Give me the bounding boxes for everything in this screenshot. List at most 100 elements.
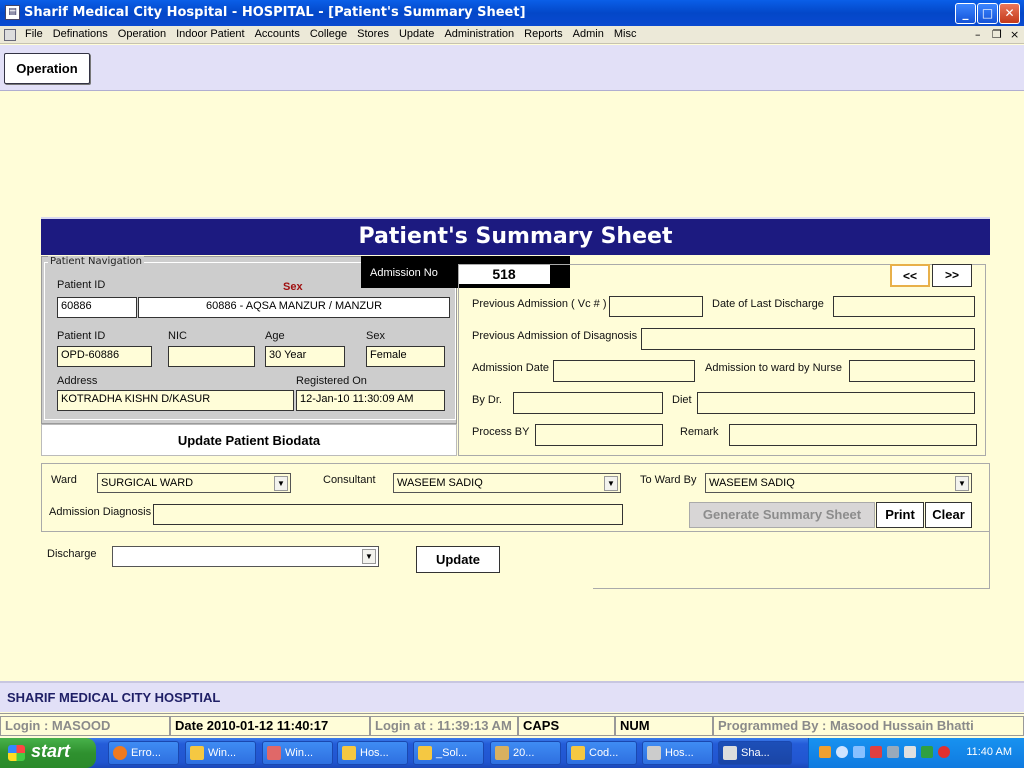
taskbar-item[interactable]: _Sol... (413, 741, 484, 765)
window-title: Sharif Medical City Hospital - HOSPITAL … (24, 5, 526, 20)
maximize-button[interactable]: □ (977, 3, 998, 24)
update-button[interactable]: Update (416, 546, 500, 573)
operation-button[interactable]: Operation (4, 53, 90, 84)
network-icon[interactable] (853, 746, 865, 758)
admission-date-label: Admission Date (472, 362, 550, 374)
remark-label: Remark (680, 426, 719, 438)
admission-ward-nurse-field[interactable] (849, 360, 975, 382)
menu-update[interactable]: Update (399, 28, 434, 40)
app-icon (495, 746, 509, 760)
title-bar[interactable]: ▤ Sharif Medical City Hospital - HOSPITA… (0, 0, 1024, 26)
process-by-label: Process BY (472, 426, 530, 438)
folder-icon (418, 746, 432, 760)
mdi-restore-button[interactable]: ❐ (992, 28, 1002, 41)
menu-accounts[interactable]: Accounts (255, 28, 300, 40)
discharge-select[interactable]: ▼ (112, 546, 379, 567)
taskbar-item-active[interactable]: Sha... (718, 741, 792, 765)
tray-icon[interactable] (819, 746, 831, 758)
process-by-field[interactable] (535, 424, 663, 446)
status-date: Date 2010-01-12 11:40:17 (170, 716, 370, 736)
tray-icon[interactable] (921, 746, 933, 758)
tray-icon[interactable] (904, 746, 916, 758)
previous-admission-label: Previous Admission ( Vc # ) (472, 298, 607, 310)
generate-summary-sheet-button[interactable]: Generate Summary Sheet (689, 502, 875, 528)
registered-on-field[interactable]: 12-Jan-10 11:30:09 AM (296, 390, 445, 411)
messenger-icon[interactable] (887, 746, 899, 758)
menu-stores[interactable]: Stores (357, 28, 389, 40)
address-field[interactable]: KOTRADHA KISHN D/KASUR (57, 390, 294, 411)
chevron-down-icon[interactable]: ▼ (604, 476, 618, 491)
by-dr-field[interactable] (513, 392, 663, 414)
previous-record-button[interactable]: << (890, 264, 930, 287)
ward-select[interactable]: SURGICAL WARD ▼ (97, 473, 291, 493)
date-last-discharge-field[interactable] (833, 296, 975, 317)
remark-field[interactable] (729, 424, 977, 446)
taskbar-item[interactable]: Hos... (337, 741, 408, 765)
menu-reports[interactable]: Reports (524, 28, 563, 40)
previous-admission-field[interactable] (609, 296, 703, 317)
menu-college[interactable]: College (310, 28, 347, 40)
diet-field[interactable] (697, 392, 975, 414)
consultant-select[interactable]: WASEEM SADIQ ▼ (393, 473, 621, 493)
nic-field[interactable] (168, 346, 255, 367)
prev-admission-diagnosis-field[interactable] (641, 328, 975, 350)
date-last-discharge-label: Date of Last Discharge (712, 298, 824, 310)
clear-button[interactable]: Clear (925, 502, 972, 528)
patient-name-combo[interactable]: 60886 - AQSA MANZUR / MANZUR (138, 297, 450, 318)
start-label: start (31, 741, 71, 761)
mdi-close-button[interactable]: × (1010, 28, 1019, 41)
taskbar-item[interactable]: 20... (490, 741, 561, 765)
nic-label: NIC (168, 330, 187, 342)
update-patient-biodata-button[interactable]: Update Patient Biodata (41, 424, 457, 456)
menu-definations[interactable]: Definations (53, 28, 108, 40)
taskbar-item[interactable]: Win... (262, 741, 333, 765)
diet-label: Diet (672, 394, 692, 406)
chevron-down-icon[interactable]: ▼ (274, 476, 288, 491)
menu-admin[interactable]: Admin (573, 28, 604, 40)
patient-id2-field[interactable]: OPD-60886 (57, 346, 152, 367)
tray-icon[interactable] (870, 746, 882, 758)
tray-icon[interactable] (836, 746, 848, 758)
folder-icon (342, 746, 356, 760)
admission-diagnosis-field[interactable] (153, 504, 623, 525)
mdi-window-icon[interactable] (4, 29, 16, 41)
taskbar: start Erro... Win... Win... Hos... _Sol.… (0, 738, 1024, 768)
close-button[interactable]: ✕ (999, 3, 1020, 24)
menu-file[interactable]: File (25, 28, 43, 40)
next-record-button[interactable]: >> (932, 264, 972, 287)
menu-administration[interactable]: Administration (444, 28, 514, 40)
mdi-minimize-button[interactable]: – (975, 28, 981, 41)
menu-misc[interactable]: Misc (614, 28, 637, 40)
admission-diagnosis-label: Admission Diagnosis (49, 506, 152, 518)
discharge-label: Discharge (47, 548, 97, 560)
app-icon (647, 746, 661, 760)
footer-strip: SHARIF MEDICAL CITY HOSPTIAL (0, 681, 1024, 712)
taskbar-item[interactable]: Cod... (566, 741, 637, 765)
sex-header-label: Sex (283, 281, 303, 293)
patient-id-input[interactable]: 60886 (57, 297, 137, 318)
registered-on-label: Registered On (296, 375, 367, 387)
menu-indoor-patient[interactable]: Indoor Patient (176, 28, 245, 40)
security-shield-icon[interactable] (938, 746, 950, 758)
age-field[interactable]: 30 Year (265, 346, 345, 367)
folder-icon (571, 746, 585, 760)
sex-label: Sex (366, 330, 385, 342)
menu-operation[interactable]: Operation (118, 28, 166, 40)
chevron-down-icon[interactable]: ▼ (955, 476, 969, 491)
taskbar-item[interactable]: Win... (185, 741, 256, 765)
status-login: Login : MASOOD (0, 716, 170, 736)
print-button[interactable]: Print (876, 502, 924, 528)
minimize-button[interactable]: _ (955, 3, 976, 24)
browser-icon (113, 746, 127, 760)
sex-field[interactable]: Female (366, 346, 445, 367)
to-ward-by-label: To Ward By (640, 474, 697, 486)
taskbar-item[interactable]: Hos... (642, 741, 713, 765)
chevron-down-icon[interactable]: ▼ (362, 549, 376, 564)
admission-date-field[interactable] (553, 360, 695, 382)
folder-icon (190, 746, 204, 760)
start-button[interactable]: start (0, 738, 96, 768)
ward-value: SURGICAL WARD (101, 477, 194, 489)
taskbar-item[interactable]: Erro... (108, 741, 179, 765)
to-ward-by-select[interactable]: WASEEM SADIQ ▼ (705, 473, 972, 493)
by-dr-label: By Dr. (472, 394, 502, 406)
